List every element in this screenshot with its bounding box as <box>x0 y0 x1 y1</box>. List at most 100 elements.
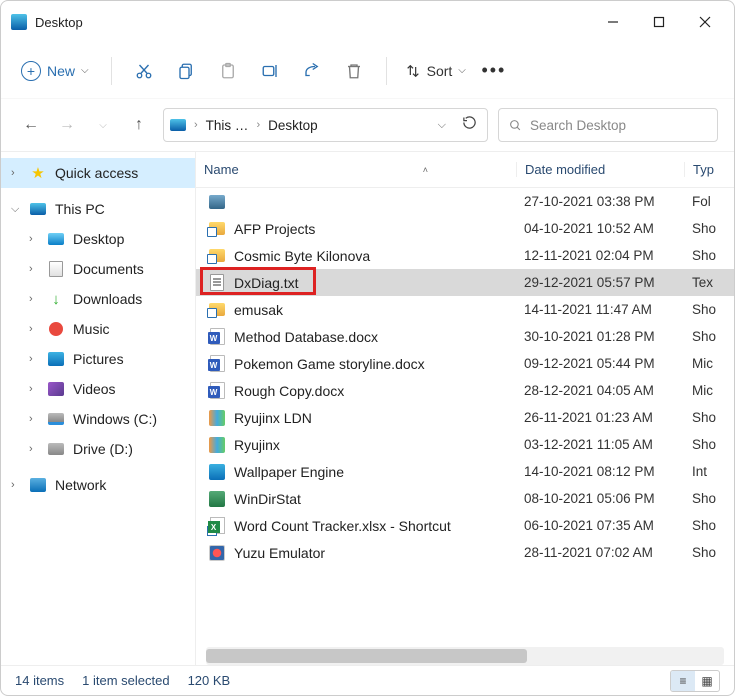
forward-button[interactable]: → <box>53 111 81 139</box>
sidebar-downloads[interactable]: › ↓ Downloads <box>1 284 195 314</box>
expand-icon[interactable]: › <box>29 293 43 305</box>
view-toggle: ≡ ▦ <box>670 670 720 692</box>
desktop-icon <box>48 233 64 245</box>
minimize-button[interactable] <box>590 6 636 38</box>
file-icon <box>208 463 226 481</box>
sidebar-this-pc[interactable]: ⌵ This PC <box>1 194 195 224</box>
file-type: Tex <box>684 275 734 290</box>
expand-icon[interactable]: › <box>29 443 43 455</box>
file-row[interactable]: Ryujinx03-12-2021 11:05 AMSho <box>196 431 734 458</box>
sort-button[interactable]: Sort ⌵ <box>399 63 472 79</box>
sidebar-label: Downloads <box>73 291 142 307</box>
search-box[interactable] <box>498 108 718 142</box>
back-button[interactable]: ← <box>17 111 45 139</box>
file-row[interactable]: WinDirStat08-10-2021 05:06 PMSho <box>196 485 734 512</box>
file-type: Sho <box>684 518 734 533</box>
expand-icon[interactable]: › <box>29 413 43 425</box>
recent-dropdown[interactable]: ⌵ <box>89 111 117 139</box>
expand-icon[interactable]: › <box>29 383 43 395</box>
delete-button[interactable] <box>334 51 374 91</box>
file-name: Pokemon Game storyline.docx <box>234 356 425 372</box>
breadcrumb-desktop[interactable]: Desktop <box>268 118 318 133</box>
new-button[interactable]: + New ⌵ <box>11 55 99 87</box>
documents-icon <box>49 261 63 277</box>
sidebar-pictures[interactable]: ›Pictures <box>1 344 195 374</box>
share-button[interactable] <box>292 51 332 91</box>
videos-icon <box>48 382 64 396</box>
expand-icon[interactable]: › <box>29 263 43 275</box>
file-row[interactable]: emusak14-11-2021 11:47 AMSho <box>196 296 734 323</box>
file-type: Mic <box>684 383 734 398</box>
thumbnails-view-button[interactable]: ▦ <box>695 671 719 691</box>
breadcrumb-this-pc[interactable]: This … <box>206 118 249 133</box>
maximize-button[interactable] <box>636 6 682 38</box>
sidebar-documents[interactable]: › Documents <box>1 254 195 284</box>
collapse-icon[interactable]: ⌵ <box>11 203 25 216</box>
sidebar-drive-d[interactable]: ›Drive (D:) <box>1 434 195 464</box>
file-row[interactable]: Word Count Tracker.xlsx - Shortcut06-10-… <box>196 512 734 539</box>
window-title: Desktop <box>35 15 83 30</box>
file-row[interactable]: Yuzu Emulator28-11-2021 07:02 AMSho <box>196 539 734 566</box>
details-view-button[interactable]: ≡ <box>671 671 695 691</box>
sidebar-windows-c[interactable]: ›Windows (C:) <box>1 404 195 434</box>
sidebar-label: This PC <box>55 201 105 217</box>
column-type[interactable]: Typ <box>684 162 734 177</box>
expand-icon[interactable]: › <box>29 323 43 335</box>
file-row[interactable]: Method Database.docx30-10-2021 01:28 PMS… <box>196 323 734 350</box>
file-icon <box>208 490 226 508</box>
cut-button[interactable] <box>124 51 164 91</box>
chevron-down-icon: ⌵ <box>458 65 466 76</box>
horizontal-scrollbar[interactable] <box>206 647 724 665</box>
rename-button[interactable] <box>250 51 290 91</box>
search-input[interactable] <box>530 118 707 133</box>
expand-icon[interactable]: › <box>29 353 43 365</box>
file-icon <box>208 301 226 319</box>
search-icon <box>509 118 522 133</box>
file-row[interactable]: Wallpaper Engine14-10-2021 08:12 PMInt <box>196 458 734 485</box>
file-date: 30-10-2021 01:28 PM <box>516 329 684 344</box>
file-row[interactable]: Cosmic Byte Kilonova12-11-2021 02:04 PMS… <box>196 242 734 269</box>
pc-icon <box>170 119 186 131</box>
sidebar-desktop[interactable]: ›Desktop <box>1 224 195 254</box>
file-date: 14-10-2021 08:12 PM <box>516 464 684 479</box>
music-icon <box>49 322 63 336</box>
network-icon <box>30 478 46 492</box>
sidebar-music[interactable]: ›Music <box>1 314 195 344</box>
file-icon <box>208 193 226 211</box>
file-type: Int <box>684 464 734 479</box>
file-icon <box>208 220 226 238</box>
sidebar-network[interactable]: ›Network <box>1 470 195 500</box>
column-name[interactable]: Name˄ <box>196 162 516 177</box>
address-dropdown[interactable]: ⌵ <box>434 119 450 132</box>
expand-icon[interactable]: › <box>11 167 25 179</box>
column-headers: Name˄ Date modified Typ <box>196 152 734 188</box>
column-date[interactable]: Date modified <box>516 162 684 177</box>
sidebar-videos[interactable]: ›Videos <box>1 374 195 404</box>
file-date: 09-12-2021 05:44 PM <box>516 356 684 371</box>
paste-button[interactable] <box>208 51 248 91</box>
file-row[interactable]: Ryujinx LDN26-11-2021 01:23 AMSho <box>196 404 734 431</box>
expand-icon[interactable]: › <box>29 233 43 245</box>
file-icon <box>208 328 226 346</box>
sidebar-label: Documents <box>73 261 144 277</box>
file-list[interactable]: 27-10-2021 03:38 PMFolAFP Projects04-10-… <box>196 188 734 641</box>
pictures-icon <box>48 352 64 366</box>
scrollbar-thumb[interactable] <box>206 649 527 663</box>
file-row[interactable]: Pokemon Game storyline.docx 09-12-2021 05… <box>196 350 734 377</box>
refresh-button[interactable] <box>458 115 481 135</box>
up-button[interactable]: ↑ <box>125 111 153 139</box>
file-row[interactable]: AFP Projects04-10-2021 10:52 AMSho <box>196 215 734 242</box>
copy-button[interactable] <box>166 51 206 91</box>
downloads-icon: ↓ <box>47 290 65 308</box>
close-button[interactable] <box>682 6 728 38</box>
file-row[interactable]: Rough Copy.docx28-12-2021 04:05 AMMic <box>196 377 734 404</box>
file-name: WinDirStat <box>234 491 301 507</box>
sidebar-quick-access[interactable]: › ★ Quick access <box>1 158 195 188</box>
file-row[interactable]: 27-10-2021 03:38 PMFol <box>196 188 734 215</box>
address-bar[interactable]: › This … › Desktop ⌵ <box>163 108 488 142</box>
expand-icon[interactable]: › <box>11 479 25 491</box>
more-button[interactable]: ••• <box>474 51 514 91</box>
app-icon <box>11 14 27 30</box>
file-row[interactable]: DxDiag.txt29-12-2021 05:57 PMTex <box>196 269 734 296</box>
selection-size: 120 KB <box>188 673 231 688</box>
